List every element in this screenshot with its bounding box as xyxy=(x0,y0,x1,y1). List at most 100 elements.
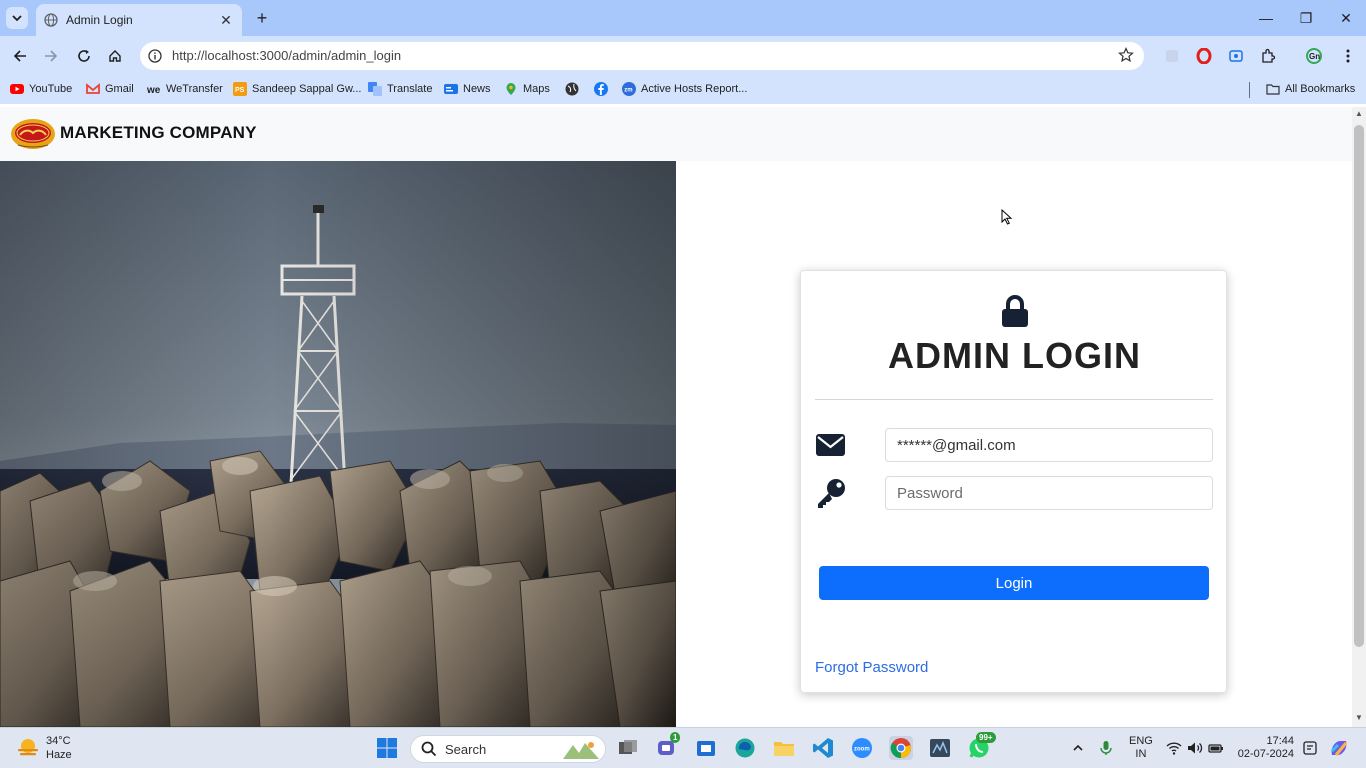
company-logo[interactable] xyxy=(10,118,56,150)
page-viewport: MARKETING COMPANY ADMIN LOGIN ******@gma… xyxy=(0,107,1352,727)
login-button[interactable]: Login xyxy=(819,566,1209,600)
email-field[interactable] xyxy=(885,428,1213,462)
language-indicator[interactable]: ENG IN xyxy=(1129,735,1153,761)
all-bookmarks[interactable]: All Bookmarks xyxy=(1266,82,1355,96)
browser-tab-strip: Admin Login ✕ + — ❐ ✕ xyxy=(0,0,1366,36)
bookmark-label: Active Hosts Report... xyxy=(641,83,748,95)
wetransfer-icon: we xyxy=(147,85,161,96)
screen-capture-icon[interactable] xyxy=(1228,48,1244,64)
chrome-icon xyxy=(890,738,911,759)
forgot-password-link[interactable]: Forgot Password xyxy=(815,659,928,676)
bookmark-wetransfer[interactable]: we WeTransfer xyxy=(147,82,223,96)
envelope-icon xyxy=(816,434,845,456)
browser-toolbar: http://localhost:3000/admin/admin_login … xyxy=(0,36,1366,76)
scroll-up-arrow-icon[interactable]: ▲ xyxy=(1355,109,1363,118)
wifi-icon xyxy=(1166,742,1182,755)
close-window-button[interactable]: ✕ xyxy=(1326,0,1366,36)
bookmark-active-hosts[interactable]: zm Active Hosts Report... xyxy=(622,82,747,96)
bookmark-maps[interactable]: Maps xyxy=(504,82,550,96)
whatsapp-button[interactable]: 99+ xyxy=(967,732,996,760)
forward-button[interactable] xyxy=(41,46,61,66)
battery-button[interactable] xyxy=(1204,736,1228,760)
restore-button[interactable]: ❐ xyxy=(1286,0,1326,36)
zoom-icon: zoom xyxy=(852,738,872,758)
youtube-icon xyxy=(10,84,24,94)
new-tab-button[interactable]: + xyxy=(252,8,272,28)
task-view-icon xyxy=(619,740,637,754)
scroll-down-arrow-icon[interactable]: ▼ xyxy=(1355,713,1363,722)
profile-avatar-icon[interactable]: Gn xyxy=(1306,48,1322,64)
scrollbar-thumb[interactable] xyxy=(1354,125,1364,647)
zoom-button[interactable]: zoom xyxy=(850,736,874,760)
teams-button[interactable]: 1 xyxy=(655,732,681,760)
bookmark-youtube[interactable]: YouTube xyxy=(10,82,72,96)
file-explorer-button[interactable] xyxy=(772,736,796,760)
start-button[interactable] xyxy=(375,736,399,760)
reload-button[interactable] xyxy=(74,46,94,66)
bookmark-sandeep[interactable]: PS Sandeep Sappal Gw... xyxy=(233,82,361,96)
close-tab-icon[interactable]: ✕ xyxy=(218,12,234,29)
info-icon[interactable] xyxy=(148,49,162,63)
haze-sun-icon xyxy=(18,739,38,756)
os-taskbar: 34°C Haze Search 1 zoom 99+ ENG IN 17:44… xyxy=(0,727,1366,768)
clock[interactable]: 17:44 02-07-2024 xyxy=(1236,735,1294,761)
site-navbar: MARKETING COMPANY xyxy=(0,107,1352,161)
extensions-puzzle-icon[interactable] xyxy=(1260,48,1276,64)
translate-icon xyxy=(368,82,382,96)
back-button[interactable] xyxy=(10,46,30,66)
arrow-left-icon xyxy=(13,50,26,62)
facebook-icon xyxy=(594,82,608,96)
microphone-icon xyxy=(1100,741,1112,755)
extension-puzzle-light-icon[interactable] xyxy=(1164,48,1180,64)
bookmarks-separator xyxy=(1249,82,1250,98)
store-button[interactable] xyxy=(694,736,718,760)
task-view-button[interactable] xyxy=(616,736,640,760)
copilot-button[interactable] xyxy=(1327,736,1351,760)
bookmark-globe[interactable] xyxy=(565,82,584,96)
search-label: Search xyxy=(445,741,487,757)
password-field[interactable] xyxy=(885,476,1213,510)
url-text[interactable]: http://localhost:3000/admin/admin_login xyxy=(172,48,401,63)
copilot-icon xyxy=(1330,741,1348,756)
mysql-workbench-button[interactable] xyxy=(928,736,952,760)
vscode-button[interactable] xyxy=(811,736,835,760)
battery-icon xyxy=(1208,744,1223,753)
mouse-cursor-icon xyxy=(1001,209,1013,225)
chevron-up-icon xyxy=(1073,744,1083,751)
vscode-icon xyxy=(813,738,833,758)
bookmark-star-icon[interactable] xyxy=(1118,47,1134,63)
bookmark-translate[interactable]: Translate xyxy=(368,82,432,96)
search-highlight-icon xyxy=(563,742,599,759)
edge-icon xyxy=(735,738,755,758)
weather-widget[interactable]: 34°C Haze xyxy=(16,734,72,762)
taskbar-search[interactable]: Search xyxy=(410,735,606,763)
bookmarks-bar: YouTube Gmail we WeTransfer PS Sandeep S… xyxy=(0,76,1366,104)
menu-dots-icon[interactable] xyxy=(1340,48,1356,64)
edge-button[interactable] xyxy=(733,736,757,760)
chrome-button[interactable] xyxy=(889,736,913,760)
home-button[interactable] xyxy=(105,46,125,66)
bookmark-label: YouTube xyxy=(29,83,73,95)
bookmark-label: Gmail xyxy=(105,83,134,95)
key-icon xyxy=(818,479,845,508)
page-scrollbar[interactable]: ▲ ▼ xyxy=(1352,107,1366,727)
bookmark-news[interactable]: News xyxy=(444,82,491,96)
temperature: 34°C xyxy=(46,735,71,747)
language-code: ENG xyxy=(1129,735,1153,747)
tab-search-button[interactable] xyxy=(6,7,28,29)
bookmark-gmail[interactable]: Gmail xyxy=(86,82,134,96)
folder-icon xyxy=(1266,84,1280,95)
globe-icon xyxy=(565,82,579,96)
browser-tab[interactable]: Admin Login ✕ xyxy=(36,4,242,36)
notifications-button[interactable] xyxy=(1298,736,1322,760)
address-bar[interactable]: http://localhost:3000/admin/admin_login xyxy=(140,42,1144,70)
lock-icon xyxy=(1002,295,1028,327)
show-hidden-icons-button[interactable] xyxy=(1066,736,1090,760)
opera-icon[interactable] xyxy=(1196,48,1212,64)
bookmark-label: Sandeep Sappal Gw... xyxy=(252,83,362,95)
home-icon xyxy=(109,50,121,62)
minimize-button[interactable]: — xyxy=(1246,0,1286,36)
search-icon xyxy=(421,741,437,757)
bookmark-facebook[interactable] xyxy=(594,82,613,96)
microphone-button[interactable] xyxy=(1094,736,1118,760)
